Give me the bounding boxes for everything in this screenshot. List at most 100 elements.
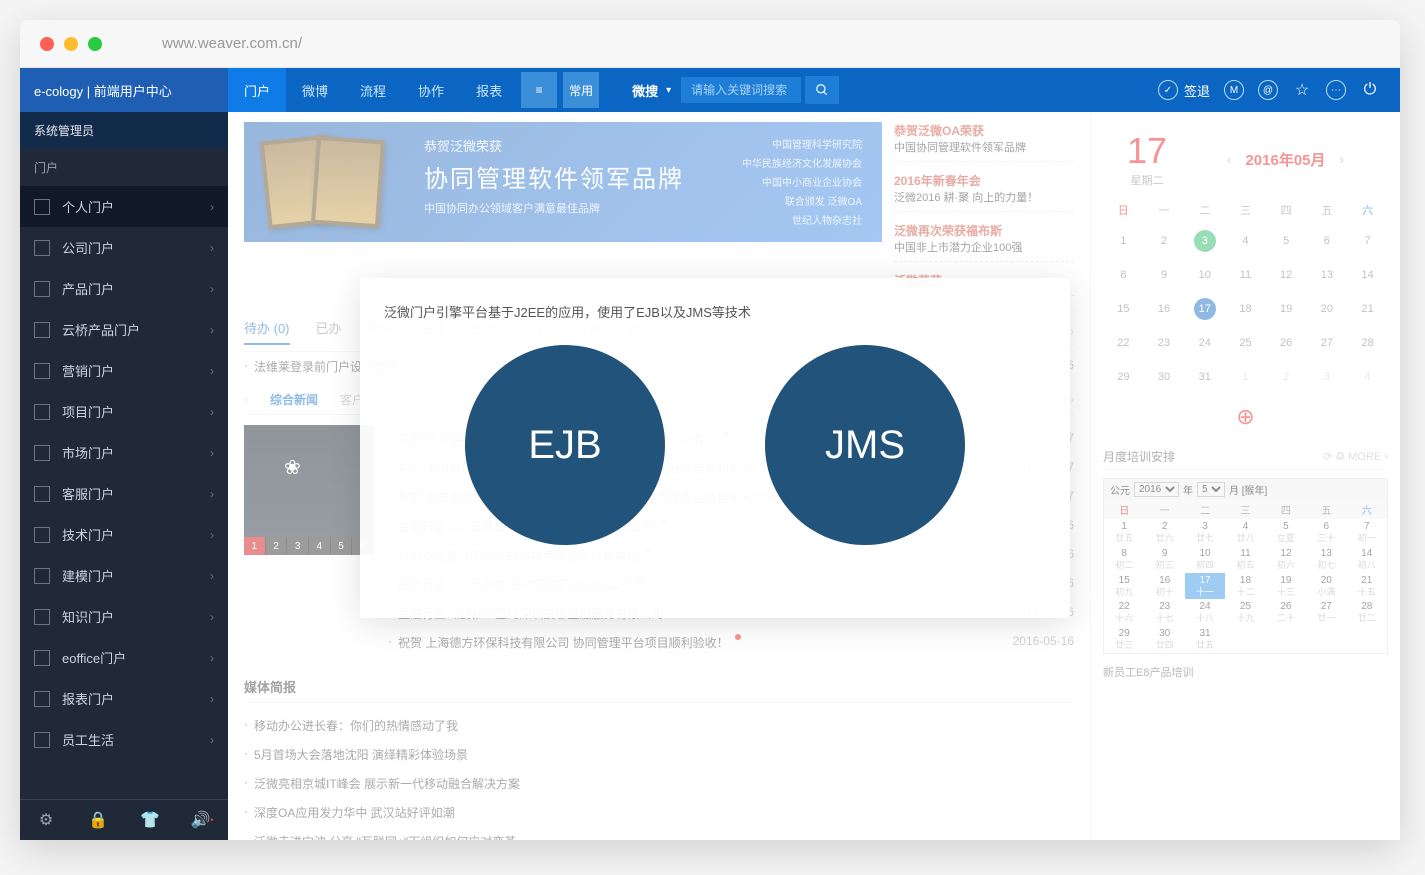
- media-row[interactable]: ·泛微亮相京城IT峰会 展示新一代移动融合解决方案: [244, 769, 1074, 798]
- dropdown-icon[interactable]: ▾: [666, 85, 671, 96]
- cal-cell[interactable]: 8: [1103, 258, 1144, 292]
- cal-cell[interactable]: 5: [1266, 224, 1307, 258]
- cal-cell[interactable]: 27: [1307, 326, 1348, 360]
- news-row[interactable]: ·祝贺 上海德方环保科技有限公司 协同管理平台项目顺利验收！2016-05-16: [388, 628, 1074, 657]
- cal-cell[interactable]: 21: [1347, 292, 1388, 326]
- cal-cell[interactable]: 1: [1103, 224, 1144, 258]
- media-row[interactable]: ·移动办公进长春：你们的热情感动了我: [244, 711, 1074, 740]
- search-button[interactable]: [805, 76, 839, 104]
- nav-tab[interactable]: 门户: [228, 68, 286, 112]
- cal-cell[interactable]: 2: [1266, 360, 1307, 394]
- mini-cal-cell[interactable]: 5立夏: [1266, 519, 1306, 546]
- calendar-month[interactable]: 2016年05月: [1245, 149, 1325, 170]
- cal-cell[interactable]: 4: [1225, 224, 1266, 258]
- cal-cell[interactable]: 7: [1347, 224, 1388, 258]
- cal-cell[interactable]: 11: [1225, 258, 1266, 292]
- media-row[interactable]: ·深度OA应用发力华中 武汉站好评如潮: [244, 798, 1074, 827]
- sidebar-item[interactable]: 个人门户›: [20, 186, 228, 227]
- sidebar-section-portal[interactable]: 门户: [20, 149, 228, 186]
- cal-cell[interactable]: 19: [1266, 292, 1307, 326]
- sidebar-item[interactable]: 市场门户›: [20, 432, 228, 473]
- cal-prev[interactable]: ‹: [1227, 151, 1232, 167]
- thumb-page[interactable]: 4: [309, 537, 331, 555]
- cal-cell[interactable]: 20: [1307, 292, 1348, 326]
- mini-cal-cell[interactable]: 26二十: [1266, 599, 1306, 626]
- settings-icon[interactable]: ⚙: [20, 810, 72, 830]
- sidebar-item[interactable]: eoffice门户›: [20, 637, 228, 678]
- cal-cell[interactable]: 10: [1184, 258, 1225, 292]
- announcement-item[interactable]: 恭贺泛微OA荣获中国协同管理软件领军品牌: [894, 122, 1074, 162]
- cal-cell[interactable]: 4: [1347, 360, 1388, 394]
- thumb-page[interactable]: 1: [244, 537, 266, 555]
- mini-cal-cell[interactable]: 31廿五: [1185, 626, 1225, 653]
- media-row[interactable]: ·5月首场大会落地沈阳 演绎精彩体验场景: [244, 740, 1074, 769]
- cal-cell[interactable]: 3: [1184, 224, 1225, 258]
- announcement-item[interactable]: 泛微再次荣获福布斯中国非上市潜力企业100强: [894, 222, 1074, 262]
- mini-cal-cell[interactable]: 23十七: [1144, 599, 1184, 626]
- sidebar-item[interactable]: 项目门户›: [20, 391, 228, 432]
- mini-cal-cell[interactable]: 14初八: [1347, 546, 1387, 573]
- power-icon[interactable]: ⏻: [1360, 80, 1380, 100]
- mini-cal-cell[interactable]: 30廿四: [1144, 626, 1184, 653]
- refresh-icon[interactable]: ⟳: [1323, 451, 1332, 463]
- bottom-notice[interactable]: 新员工E8产品培训: [1103, 654, 1388, 680]
- sidebar-item[interactable]: 云桥产品门户›: [20, 309, 228, 350]
- thumb-page[interactable]: 2: [266, 537, 288, 555]
- cal-cell[interactable]: 6: [1307, 224, 1348, 258]
- announcement-item[interactable]: 2016年新春年会泛微2016 耕·聚 向上的力量！: [894, 172, 1074, 212]
- sound-icon[interactable]: 🔊•: [176, 810, 228, 830]
- cal-cell[interactable]: 25: [1225, 326, 1266, 360]
- thumb-page[interactable]: 3: [287, 537, 309, 555]
- media-row[interactable]: ·泛微走进宁波 分享 "互联网+"下组织如何应对变革: [244, 827, 1074, 840]
- cal-cell[interactable]: 26: [1266, 326, 1307, 360]
- mini-cal-cell[interactable]: 29廿三: [1104, 626, 1144, 653]
- cal-next[interactable]: ›: [1340, 151, 1345, 167]
- mini-cal-cell[interactable]: 2廿六: [1144, 519, 1184, 546]
- more-icon[interactable]: ⋯: [1326, 80, 1346, 100]
- cal-cell[interactable]: 31: [1184, 360, 1225, 394]
- mini-cal-cell[interactable]: 17十一: [1185, 573, 1225, 600]
- news-tab[interactable]: 综合新闻: [270, 391, 318, 408]
- sidebar-item[interactable]: 营销门户›: [20, 350, 228, 391]
- window-min-dot[interactable]: [64, 37, 78, 51]
- mini-cal-cell[interactable]: 25十九: [1225, 599, 1265, 626]
- star-icon[interactable]: ☆: [1292, 80, 1312, 100]
- at-icon[interactable]: @: [1258, 80, 1278, 100]
- task-tab[interactable]: 已办: [316, 318, 342, 345]
- window-max-dot[interactable]: [88, 37, 102, 51]
- mini-cal-cell[interactable]: [1225, 626, 1265, 653]
- cal-cell[interactable]: 1: [1225, 360, 1266, 394]
- mini-cal-cell[interactable]: 10初四: [1185, 546, 1225, 573]
- month-select[interactable]: 5: [1197, 482, 1225, 497]
- mini-cal-cell[interactable]: 4廿八: [1225, 519, 1265, 546]
- mini-cal-cell[interactable]: 20小满: [1306, 573, 1346, 600]
- mini-cal-cell[interactable]: 19十三: [1266, 573, 1306, 600]
- cal-cell[interactable]: 3: [1307, 360, 1348, 394]
- mini-cal-cell[interactable]: 16初十: [1144, 573, 1184, 600]
- cal-cell[interactable]: 18: [1225, 292, 1266, 326]
- mini-cal-cell[interactable]: 7初一: [1347, 519, 1387, 546]
- nav-tab[interactable]: 微博: [286, 68, 344, 112]
- common-button[interactable]: 常用: [563, 72, 599, 108]
- mini-cal-cell[interactable]: 1廿五: [1104, 519, 1144, 546]
- nav-tab[interactable]: 流程: [344, 68, 402, 112]
- mini-cal-cell[interactable]: [1347, 626, 1387, 653]
- nav-tab[interactable]: 报表: [460, 68, 518, 112]
- mini-cal-cell[interactable]: 15初九: [1104, 573, 1144, 600]
- cal-cell[interactable]: 12: [1266, 258, 1307, 292]
- task-tab[interactable]: 待办 (0): [244, 318, 290, 345]
- cal-cell[interactable]: 16: [1144, 292, 1185, 326]
- mini-cal-cell[interactable]: 27廿一: [1306, 599, 1346, 626]
- thumb-page[interactable]: 5: [331, 537, 353, 555]
- mini-cal-cell[interactable]: 9初三: [1144, 546, 1184, 573]
- news-thumbnail[interactable]: ❀ 123456: [244, 425, 374, 555]
- cal-cell[interactable]: 15: [1103, 292, 1144, 326]
- lock-icon[interactable]: 🔒: [72, 810, 124, 830]
- cal-cell[interactable]: 28: [1347, 326, 1388, 360]
- cal-cell[interactable]: 29: [1103, 360, 1144, 394]
- gear-icon[interactable]: ⚙: [1335, 451, 1345, 463]
- banner[interactable]: 恭贺泛微荣获 协同管理软件领军品牌 中国协同办公领域客户满意最佳品牌 中国管理科…: [244, 122, 882, 242]
- cal-cell[interactable]: 23: [1144, 326, 1185, 360]
- mini-cal-cell[interactable]: 22十六: [1104, 599, 1144, 626]
- nav-tab[interactable]: 协作: [402, 68, 460, 112]
